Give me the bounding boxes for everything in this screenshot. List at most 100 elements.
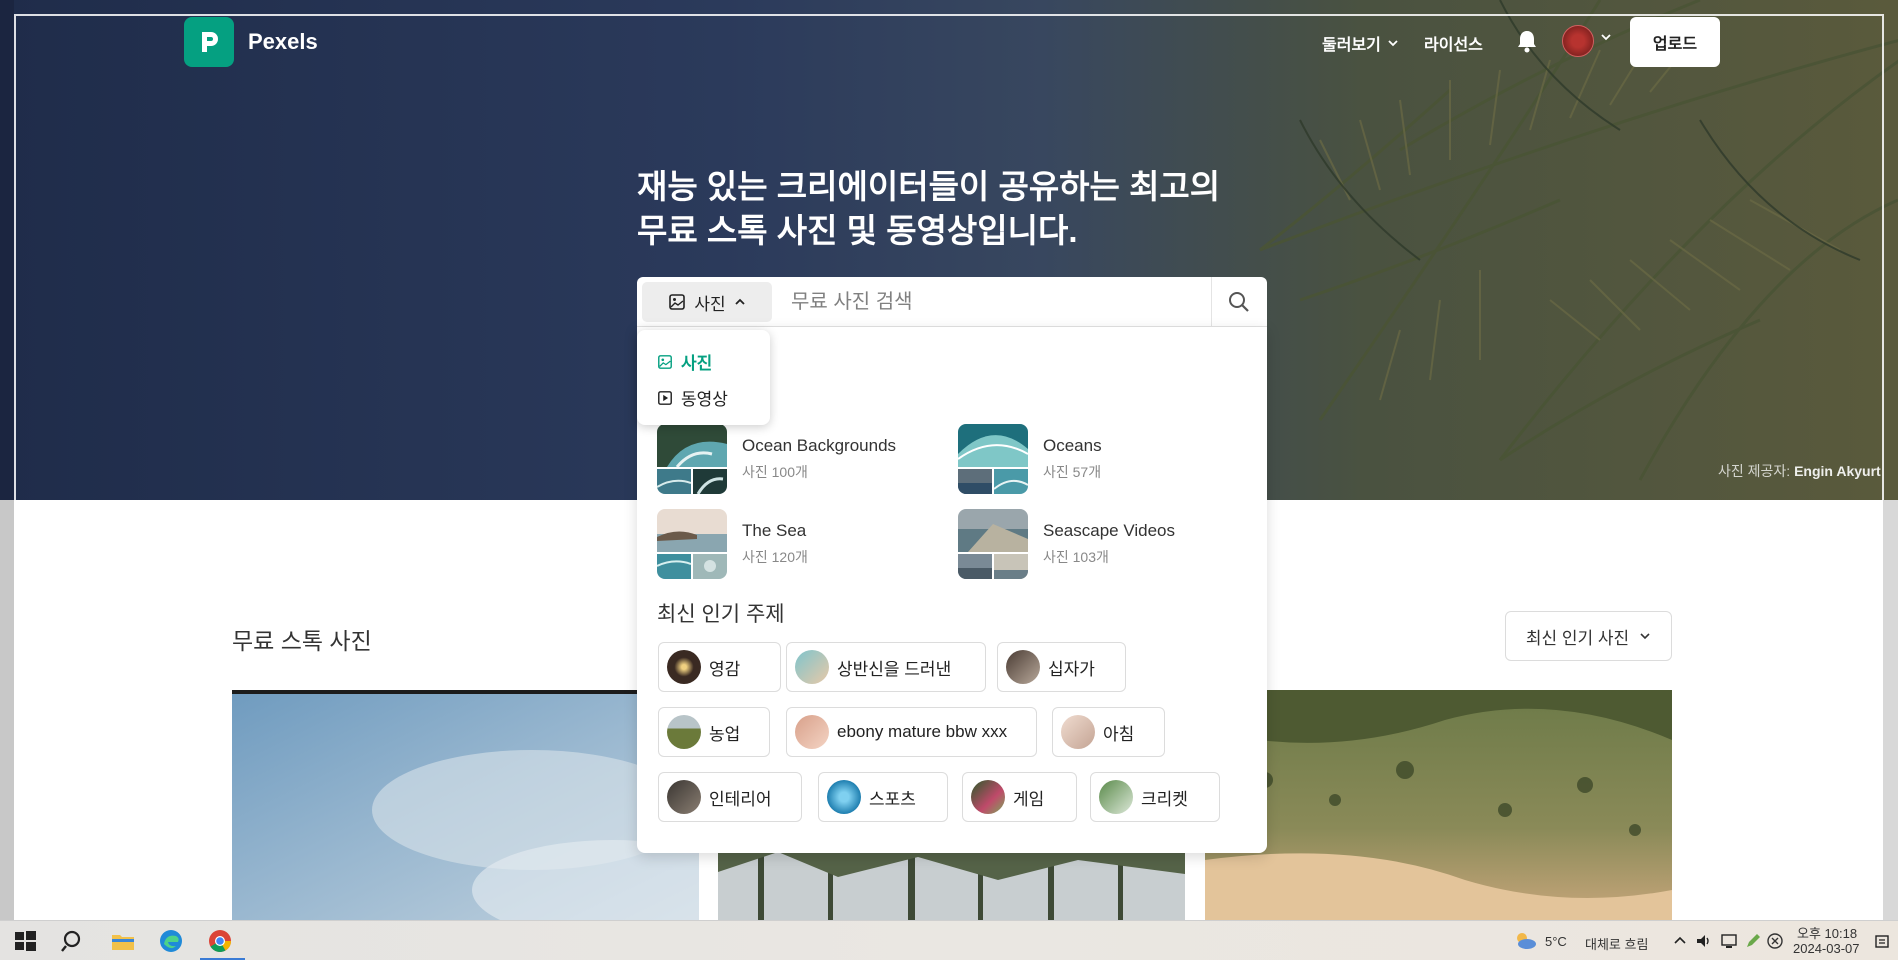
collection-thumbnail — [657, 424, 727, 494]
credit-name[interactable]: Engin Akyurt — [1794, 463, 1881, 479]
trending-chip[interactable]: 십자가 — [997, 642, 1126, 692]
bell-icon[interactable] — [1516, 29, 1538, 53]
file-explorer-icon[interactable] — [110, 928, 136, 954]
search-type-toggle[interactable]: 사진 — [642, 282, 772, 322]
chip-thumbnail — [827, 780, 861, 814]
collection-item[interactable]: Ocean Backgrounds 사진 100개 — [657, 424, 896, 494]
photo-coast[interactable] — [1205, 690, 1672, 920]
chip-label: 영감 — [709, 659, 741, 679]
collection-title: Seascape Videos — [1043, 521, 1176, 540]
collection-item[interactable]: Oceans 사진 57개 — [958, 424, 1102, 494]
chip-thumbnail — [1061, 715, 1095, 749]
display-icon[interactable] — [1720, 932, 1738, 950]
upload-button[interactable]: 업로드 — [1630, 17, 1720, 67]
search-type-menu: 사진 동영상 — [637, 330, 770, 425]
sort-dropdown[interactable]: 최신 인기 사진 — [1505, 611, 1672, 661]
chip-label: 게임 — [1013, 789, 1045, 809]
explore-label: 둘러보기 — [1322, 37, 1381, 54]
trending-chip[interactable]: ebony mature bbw xxx — [786, 707, 1037, 757]
left-window-edge — [0, 500, 14, 920]
collection-item[interactable]: The Sea 사진 120개 — [657, 509, 808, 579]
chip-thumbnail — [667, 780, 701, 814]
play-icon — [658, 390, 672, 405]
image-icon — [658, 354, 672, 369]
chip-thumbnail — [795, 650, 829, 684]
search-input[interactable] — [791, 285, 1191, 319]
hero-left-edge — [0, 0, 14, 500]
chip-label: 상반신을 드러낸 — [837, 659, 952, 679]
chip-label: 십자가 — [1048, 659, 1095, 679]
trending-chip[interactable]: 영감 — [658, 642, 781, 692]
weather-cloud-icon[interactable] — [1512, 928, 1538, 954]
type-option-label: 동영상 — [681, 390, 728, 409]
collection-count: 사진 120개 — [742, 549, 808, 565]
trending-chip[interactable]: 아침 — [1052, 707, 1165, 757]
license-link[interactable]: 라이선스 — [1424, 31, 1483, 55]
chip-label: 크리켓 — [1141, 789, 1188, 809]
explore-menu[interactable]: 둘러보기 — [1322, 31, 1399, 55]
search-type-label: 사진 — [694, 294, 726, 314]
photo-forest[interactable] — [718, 852, 1185, 920]
weather-text[interactable]: 대체로 흐림 — [1585, 934, 1648, 953]
collection-count: 사진 103개 — [1043, 549, 1109, 565]
search-icon[interactable] — [1227, 290, 1251, 314]
clock-date[interactable]: 2024-03-07 — [1793, 941, 1860, 956]
chip-thumbnail — [1006, 650, 1040, 684]
type-option-photo[interactable]: 사진 — [657, 349, 712, 374]
chrome-browser-icon[interactable] — [207, 928, 233, 954]
collection-count: 사진 100개 — [742, 464, 808, 480]
search-icon[interactable] — [60, 928, 86, 954]
chip-thumbnail — [667, 650, 701, 684]
avatar-chevron-down-icon[interactable] — [1600, 31, 1612, 43]
collection-thumbnail — [958, 509, 1028, 579]
windows-taskbar: 5°C 대체로 흐림 오후 10:18 2024-03-07 — [0, 920, 1898, 960]
sort-label: 최신 인기 사진 — [1525, 628, 1630, 648]
speaker-icon[interactable] — [1695, 932, 1713, 950]
trending-title: 최신 인기 주제 — [657, 603, 785, 626]
type-option-video[interactable]: 동영상 — [657, 385, 728, 410]
chip-thumbnail — [1099, 780, 1133, 814]
edge-browser-icon[interactable] — [158, 928, 184, 954]
chevron-down-icon — [1640, 633, 1650, 640]
clock-time[interactable]: 오후 10:18 — [1797, 923, 1857, 942]
pexels-logo[interactable] — [184, 17, 234, 67]
trending-chip[interactable]: 크리켓 — [1090, 772, 1220, 822]
weather-temp[interactable]: 5°C — [1545, 934, 1567, 949]
credit-prefix: 사진 제공자: — [1718, 463, 1791, 479]
pen-icon[interactable] — [1744, 932, 1762, 950]
headline-line-1: 재능 있는 크리에이터들이 공유하는 최고의 — [637, 168, 1221, 205]
tray-expand-icon[interactable] — [1672, 933, 1688, 949]
trending-chip[interactable]: 게임 — [962, 772, 1077, 822]
collection-title: The Sea — [742, 521, 807, 540]
collection-thumbnail — [958, 424, 1028, 494]
chip-label: 아침 — [1103, 724, 1135, 744]
chip-label: ebony mature bbw xxx — [837, 722, 1008, 741]
chevron-up-icon — [735, 298, 745, 305]
collection-title: Oceans — [1043, 436, 1102, 455]
trending-chip[interactable]: 상반신을 드러낸 — [786, 642, 986, 692]
photo-sky[interactable] — [232, 690, 699, 920]
browser-viewport: Pexels 둘러보기 라이선스 업로드 재능 있는 크리에이터들이 공유하는 … — [0, 0, 1898, 920]
collection-thumbnail — [657, 509, 727, 579]
page-scrollbar[interactable] — [1883, 500, 1898, 920]
hero-headline: 재능 있는 크리에이터들이 공유하는 최고의 무료 스톡 사진 및 동영상입니다… — [637, 165, 1277, 253]
photo-credit[interactable]: 사진 제공자: Engin Akyurt — [1718, 461, 1881, 481]
trending-chip[interactable]: 인테리어 — [658, 772, 802, 822]
type-option-label: 사진 — [681, 354, 713, 373]
close-circle-icon[interactable] — [1766, 932, 1784, 950]
collection-item[interactable]: Seascape Videos 사진 103개 — [958, 509, 1175, 579]
headline-line-2: 무료 스톡 사진 및 동영상입니다. — [637, 212, 1078, 249]
windows-start-icon[interactable] — [12, 928, 38, 954]
search-divider — [1211, 277, 1212, 327]
chip-label: 농업 — [709, 724, 741, 744]
trending-chip[interactable]: 스포츠 — [818, 772, 948, 822]
chip-thumbnail — [971, 780, 1005, 814]
trending-chip[interactable]: 농업 — [658, 707, 770, 757]
collection-title: Ocean Backgrounds — [742, 436, 897, 455]
brand-name[interactable]: Pexels — [248, 29, 318, 55]
user-avatar[interactable] — [1562, 25, 1594, 57]
chip-thumbnail — [667, 715, 701, 749]
search-bar: 사진 — [637, 277, 1267, 327]
chip-label: 인테리어 — [709, 789, 772, 809]
notification-icon[interactable] — [1874, 933, 1892, 951]
